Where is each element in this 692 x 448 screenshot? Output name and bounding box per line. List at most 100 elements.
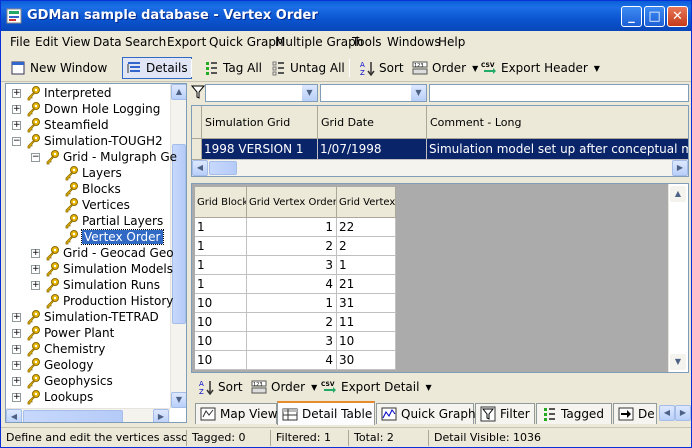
- export-header-button[interactable]: CSV Export Header ▼: [478, 57, 603, 79]
- expand-icon[interactable]: +: [31, 265, 40, 274]
- table-cell[interactable]: 11: [337, 313, 396, 332]
- table-cell[interactable]: 2: [247, 237, 337, 256]
- table-cell[interactable]: 30: [337, 351, 396, 370]
- scroll-thumb[interactable]: [172, 144, 186, 324]
- expand-icon[interactable]: +: [12, 393, 21, 402]
- tree-item[interactable]: Down Hole Logging: [25, 101, 160, 117]
- menu-export[interactable]: Export: [167, 35, 206, 49]
- expand-icon[interactable]: +: [12, 361, 21, 370]
- details-button[interactable]: Details: [122, 57, 192, 79]
- tree-item[interactable]: Chemistry: [25, 341, 105, 357]
- table-cell[interactable]: 10: [195, 351, 247, 370]
- table-cell[interactable]: 1/07/1998: [318, 139, 427, 160]
- menu-data[interactable]: Data: [93, 35, 122, 49]
- maximize-button[interactable]: □: [644, 6, 665, 27]
- tree-item[interactable]: Simulation-TETRAD: [25, 309, 159, 325]
- order-button[interactable]: 123 Order ▼: [409, 57, 481, 79]
- tree-item[interactable]: Layers: [63, 165, 122, 181]
- table-cell[interactable]: 1: [247, 218, 337, 237]
- menu-quick-graph[interactable]: Quick Graph: [209, 35, 284, 49]
- tree-item[interactable]: Lookups: [25, 389, 93, 405]
- scroll-thumb[interactable]: [23, 410, 123, 422]
- tree-view[interactable]: ▲ ▼ ◀ ▶ + Interpreted + Down Hole Logging + S…: [5, 83, 187, 423]
- column-header[interactable]: Grid Vertex: [337, 187, 396, 218]
- table-cell[interactable]: 4: [247, 351, 337, 370]
- minimize-button[interactable]: _: [621, 6, 642, 27]
- tree-item[interactable]: Power Plant: [25, 325, 114, 341]
- table-cell[interactable]: 10: [195, 294, 247, 313]
- scroll-down-icon[interactable]: ▼: [670, 354, 686, 370]
- table-cell[interactable]: 10: [195, 313, 247, 332]
- detail-order-button[interactable]: 123 Order ▼: [248, 376, 320, 398]
- tree-item[interactable]: Partial Layers: [63, 213, 163, 229]
- table-cell[interactable]: 3: [247, 332, 337, 351]
- scroll-right-icon[interactable]: ▶: [153, 409, 169, 422]
- new-window-button[interactable]: New Window: [7, 57, 110, 79]
- column-header[interactable]: Comment - Long: [427, 106, 688, 139]
- tab-details-partial[interactable]: De: [613, 403, 657, 424]
- expand-icon[interactable]: +: [12, 313, 21, 322]
- column-header[interactable]: Grid Date: [318, 106, 427, 139]
- table-cell[interactable]: 10: [337, 332, 396, 351]
- table-cell[interactable]: 1: [195, 237, 247, 256]
- expand-icon[interactable]: +: [12, 345, 21, 354]
- expand-icon[interactable]: +: [31, 249, 40, 258]
- menu-multiple-graph[interactable]: Multiple Graph: [275, 35, 363, 49]
- collapse-icon[interactable]: −: [31, 153, 40, 162]
- detail-sort-button[interactable]: AZ Sort: [195, 376, 246, 398]
- expand-icon[interactable]: +: [12, 105, 21, 114]
- table-cell[interactable]: 22: [337, 218, 396, 237]
- expand-icon[interactable]: +: [12, 89, 21, 98]
- menu-search[interactable]: Search: [125, 35, 166, 49]
- expand-icon[interactable]: +: [31, 281, 40, 290]
- tab-quick-graph[interactable]: Quick Graph: [376, 403, 476, 424]
- menu-edit[interactable]: Edit: [35, 35, 58, 49]
- expand-icon[interactable]: +: [12, 329, 21, 338]
- tree-item[interactable]: Steamfield: [25, 117, 109, 133]
- table-cell[interactable]: 2: [247, 313, 337, 332]
- menu-view[interactable]: View: [62, 35, 90, 49]
- tree-item[interactable]: Production History: [44, 293, 173, 309]
- expand-icon[interactable]: +: [12, 121, 21, 130]
- menu-windows[interactable]: Windows: [387, 35, 441, 49]
- tree-item[interactable]: Simulation Models: [44, 261, 173, 277]
- export-detail-button[interactable]: CSV Export Detail ▼: [318, 376, 435, 398]
- tree-item[interactable]: Simulation-TOUGH2: [25, 133, 163, 149]
- table-cell[interactable]: 1: [195, 218, 247, 237]
- filter-combo-grid-date[interactable]: ▼: [320, 84, 427, 102]
- table-cell[interactable]: 1998 VERSION 1: [202, 139, 318, 160]
- table-cell[interactable]: 2: [337, 237, 396, 256]
- expand-icon[interactable]: +: [12, 377, 21, 386]
- tab-detail-table[interactable]: Detail Table: [277, 401, 375, 425]
- tab-tagged[interactable]: Tagged: [536, 403, 612, 424]
- tab-filter[interactable]: Filter: [475, 403, 535, 424]
- table-cell[interactable]: 1: [195, 256, 247, 275]
- scroll-right-icon[interactable]: ▶: [672, 160, 688, 176]
- close-button[interactable]: ✕: [667, 6, 688, 27]
- sort-button[interactable]: AZ Sort: [356, 57, 407, 79]
- table-cell[interactable]: 21: [337, 275, 396, 294]
- table-cell[interactable]: 3: [247, 256, 337, 275]
- scroll-thumb[interactable]: [209, 161, 237, 175]
- menu-tools[interactable]: Tools: [352, 35, 382, 49]
- tab-map-view[interactable]: Map View: [195, 403, 278, 424]
- table-cell[interactable]: 31: [337, 294, 396, 313]
- table-cell[interactable]: 1: [195, 275, 247, 294]
- table-cell[interactable]: 10: [195, 332, 247, 351]
- table-cell[interactable]: Simulation model set up after conceptual…: [427, 139, 688, 160]
- tree-item[interactable]: Grid - Mulgraph Ge: [44, 149, 177, 165]
- tree-item[interactable]: Interpreted: [25, 85, 112, 101]
- scroll-up-icon[interactable]: ▲: [171, 84, 186, 100]
- tree-item[interactable]: Geology: [25, 357, 93, 373]
- table-cell[interactable]: 1: [247, 294, 337, 313]
- scroll-left-icon[interactable]: ◀: [192, 160, 208, 176]
- scroll-up-icon[interactable]: ▲: [670, 186, 686, 202]
- column-header[interactable]: Grid Block: [195, 187, 247, 218]
- collapse-icon[interactable]: −: [12, 137, 21, 146]
- filter-input-comment[interactable]: [429, 84, 689, 102]
- tree-item[interactable]: Simulation Runs: [44, 277, 160, 293]
- tree-horizontal-scrollbar[interactable]: ◀ ▶: [6, 408, 170, 422]
- tab-scroll-left-icon[interactable]: ◀: [659, 405, 675, 421]
- tree-item[interactable]: Geophysics: [25, 373, 113, 389]
- table-cell[interactable]: 4: [247, 275, 337, 294]
